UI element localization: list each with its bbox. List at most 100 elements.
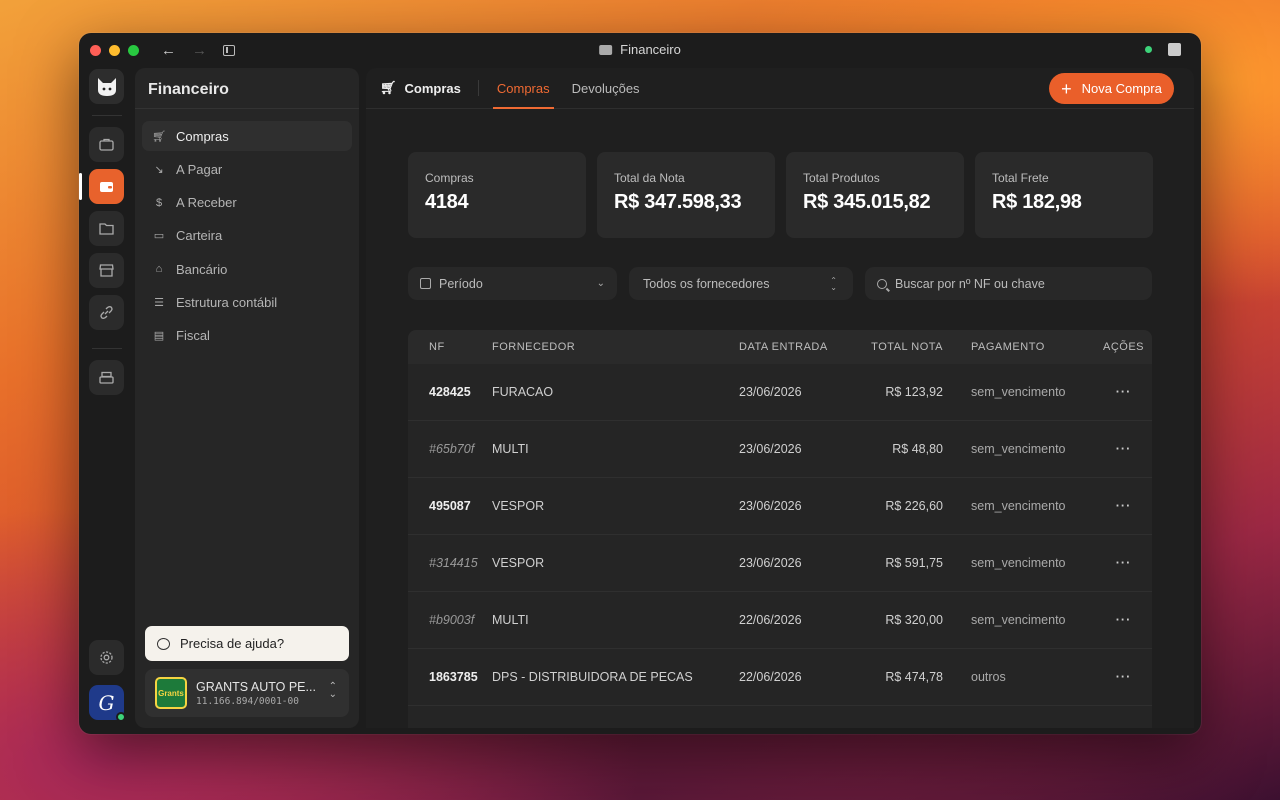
wallet-icon xyxy=(599,44,613,55)
help-button[interactable]: Precisa de ajuda? xyxy=(145,626,349,661)
cell-data: 23/06/2026 xyxy=(739,385,802,399)
forward-arrow-icon[interactable]: → xyxy=(192,43,207,58)
stat-label: Total da Nota xyxy=(614,171,685,185)
rail-register-button[interactable] xyxy=(89,360,124,395)
sidebar-item-fiscal[interactable]: ▤ Fiscal xyxy=(142,321,352,351)
sidebar-item-bancario[interactable]: ⌂ Bancário xyxy=(142,254,352,284)
close-window-button[interactable] xyxy=(90,44,101,56)
cell-total: R$ 591,75 xyxy=(885,556,943,570)
company-id: 11.166.894/0001-00 xyxy=(196,695,299,707)
search-input[interactable] xyxy=(895,276,1135,291)
column-header-data-entrada[interactable]: DATA ENTRADA xyxy=(739,341,843,353)
row-actions-button[interactable]: ··· xyxy=(1065,442,1152,456)
table-row[interactable]: #65b70f MULTI 23/06/2026 R$ 48,80 sem_ve… xyxy=(408,421,1152,478)
company-switcher[interactable]: Grants GRANTS AUTO PE... 11.166.894/0001… xyxy=(145,669,349,717)
new-purchase-button[interactable]: + Nova Compra xyxy=(1049,73,1174,104)
cell-total: R$ 474,78 xyxy=(885,670,943,684)
minimize-window-button[interactable] xyxy=(109,44,120,56)
purchases-table: NF FORNECEDOR DATA ENTRADA TOTAL NOTA PA… xyxy=(408,330,1152,728)
table-row[interactable] xyxy=(408,706,1152,728)
search-box[interactable] xyxy=(865,267,1152,300)
wallet-icon xyxy=(100,182,113,192)
calendar-icon xyxy=(420,278,431,289)
stats-cards: Compras 4184 Total da Nota R$ 347.598,33… xyxy=(408,152,1153,238)
company-name: GRANTS AUTO PE... xyxy=(196,679,316,694)
supplier-select[interactable]: Todos os fornecedores ⌃ ⌄ xyxy=(629,267,853,300)
traffic-lights xyxy=(90,44,139,56)
titlebar: ← → Financeiro xyxy=(79,33,1201,67)
table-row[interactable]: 1863785 DPS - DISTRIBUIDORA DE PECAS 22/… xyxy=(408,649,1152,706)
cell-data: 23/06/2026 xyxy=(739,556,802,570)
table-row[interactable]: #b9003f MULTI 22/06/2026 R$ 320,00 sem_v… xyxy=(408,592,1152,649)
search-icon xyxy=(877,278,887,289)
rail-briefcase-button[interactable] xyxy=(89,127,124,162)
connection-status-dot xyxy=(1145,46,1152,53)
cart-icon: 🛒︎ xyxy=(152,130,166,143)
column-header-total-nota[interactable]: TOTAL NOTA xyxy=(843,341,943,353)
cell-total: R$ 48,80 xyxy=(892,442,943,456)
zoom-window-button[interactable] xyxy=(128,44,139,56)
table-row[interactable]: 428425 FURACAO 23/06/2026 R$ 123,92 sem_… xyxy=(408,364,1152,421)
sidebar-item-label: Carteira xyxy=(176,228,223,244)
help-label: Precisa de ajuda? xyxy=(180,636,285,651)
rail-wallet-button[interactable] xyxy=(79,169,124,204)
cell-pagamento: outros xyxy=(971,670,1006,684)
row-actions-button[interactable]: ··· xyxy=(1065,670,1152,684)
cart-icon: 🛒︎ xyxy=(380,80,397,95)
sidebar-item-label: Bancário xyxy=(176,261,228,277)
stat-value: 4184 xyxy=(425,191,469,213)
column-header-fornecedor[interactable]: FORNECEDOR xyxy=(492,341,739,353)
sidebar-item-carteira[interactable]: ▭ Carteira xyxy=(142,221,352,251)
row-actions-button[interactable]: ··· xyxy=(1065,499,1152,513)
wallet-icon: ▭ xyxy=(153,230,165,243)
breadcrumb: 🛒︎ Compras xyxy=(366,80,461,96)
app-logo[interactable] xyxy=(89,69,124,104)
inbox-icon[interactable] xyxy=(1168,43,1181,56)
sidebar-item-a-pagar[interactable]: ↘ A Pagar xyxy=(142,154,352,184)
sidebar-item-label: Fiscal xyxy=(176,328,210,344)
sidebar-item-a-receber[interactable]: $ A Receber xyxy=(142,188,352,218)
app-window: ← → Financeiro G Financeiro 🛒︎ Compras ↘… xyxy=(79,33,1201,734)
supplier-label: Todos os fornecedores xyxy=(643,276,770,291)
row-actions-button[interactable]: ··· xyxy=(1065,556,1152,570)
user-avatar[interactable]: G xyxy=(89,685,126,722)
active-indicator xyxy=(79,173,82,200)
period-select[interactable]: Período ⌄ xyxy=(408,267,617,300)
cell-fornecedor: DPS - DISTRIBUIDORA DE PECAS xyxy=(492,670,693,684)
stat-card-total-produtos: Total Produtos R$ 345.015,82 xyxy=(786,152,964,238)
column-header-nf[interactable]: NF xyxy=(408,341,492,353)
chevron-updown-icon: ⌃ ⌄ xyxy=(830,275,837,292)
rail-settings-button[interactable] xyxy=(89,640,124,675)
sidebar-item-estrutura-contabil[interactable]: ☰ Estrutura contábil xyxy=(142,287,352,317)
chevron-updown-icon: ⌃ ⌄ xyxy=(328,681,337,700)
tab-compras[interactable]: Compras xyxy=(492,68,554,109)
trend-down-icon: ↘ xyxy=(154,163,164,176)
rail-folder-button[interactable] xyxy=(89,211,124,246)
store-icon xyxy=(99,264,114,277)
stat-label: Total Frete xyxy=(992,171,1049,185)
table-row[interactable]: #314415 VESPOR 23/06/2026 R$ 591,75 sem_… xyxy=(408,535,1152,592)
rail-link-button[interactable] xyxy=(89,295,124,330)
section-sidebar: Financeiro 🛒︎ Compras ↘ A Pagar $ A Rece… xyxy=(135,68,359,728)
column-header-pagamento[interactable]: PAGAMENTO xyxy=(943,341,1065,353)
row-actions-button[interactable]: ··· xyxy=(1065,385,1152,399)
tab-devolucoes[interactable]: Devoluções xyxy=(568,68,644,109)
stat-card-total-frete: Total Frete R$ 182,98 xyxy=(975,152,1153,238)
table-header: NF FORNECEDOR DATA ENTRADA TOTAL NOTA PA… xyxy=(408,330,1152,364)
filters-bar: Período ⌄ Todos os fornecedores ⌃ ⌄ xyxy=(408,267,1152,300)
new-purchase-label: Nova Compra xyxy=(1081,81,1162,96)
online-status-dot xyxy=(116,712,126,722)
cell-pagamento: sem_vencimento xyxy=(971,385,1066,399)
rail-store-button[interactable] xyxy=(89,253,124,288)
table-row[interactable]: 495087 VESPOR 23/06/2026 R$ 226,60 sem_v… xyxy=(408,478,1152,535)
sidebar-item-compras[interactable]: 🛒︎ Compras xyxy=(142,121,352,151)
list-icon: ☰ xyxy=(154,296,164,309)
cell-pagamento: sem_vencimento xyxy=(971,556,1066,570)
cell-data: 23/06/2026 xyxy=(739,442,802,456)
stat-value: R$ 347.598,33 xyxy=(614,191,742,213)
main-content: 🛒︎ Compras Compras Devoluções + Nova Com… xyxy=(366,68,1194,728)
period-label: Período xyxy=(439,276,483,291)
back-arrow-icon[interactable]: ← xyxy=(161,43,176,58)
row-actions-button[interactable]: ··· xyxy=(1065,613,1152,627)
sidebar-toggle-icon[interactable] xyxy=(223,44,235,56)
